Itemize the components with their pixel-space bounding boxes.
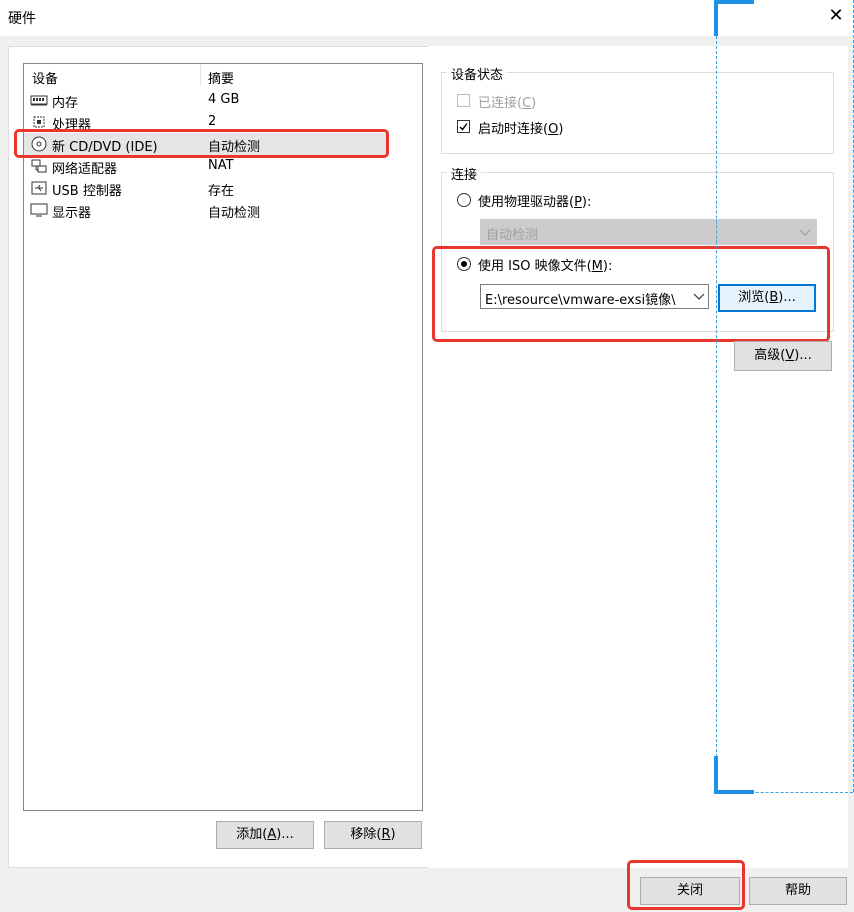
advanced-button-accesskey: V: [785, 348, 795, 363]
connected-accesskey: C: [522, 96, 532, 111]
connection-label: 连接: [447, 164, 482, 183]
physical-drive-text: 使用物理驱动器(: [478, 195, 575, 210]
remove-button-label: 移除(: [350, 827, 382, 842]
highlight-iso-section: [432, 246, 830, 342]
column-divider: [200, 64, 201, 86]
connect-at-power-on-checkbox[interactable]: [457, 120, 470, 133]
usb-icon: [31, 181, 47, 195]
device-row-monitor[interactable]: 显示器 自动检测: [24, 199, 386, 221]
advanced-button-label-end: )...: [794, 348, 812, 363]
help-button[interactable]: 帮助: [749, 877, 847, 905]
remove-button-label-end: ): [390, 827, 396, 842]
device-status-group: [441, 72, 834, 154]
remove-button[interactable]: 移除(R): [324, 821, 422, 849]
device-name: USB 控制器: [52, 184, 122, 199]
connect-at-power-on-end: ): [558, 122, 564, 137]
memory-icon: [30, 95, 48, 106]
connected-checkbox[interactable]: [457, 94, 470, 107]
physical-drive-label: 使用物理驱动器(P):: [478, 191, 591, 210]
selection-corner-bottom: [714, 756, 718, 794]
device-row-memory[interactable]: 内存 4 GB: [24, 89, 386, 111]
device-status-label: 设备状态: [447, 64, 508, 83]
network-adapter-icon: [31, 159, 47, 173]
column-header-device[interactable]: 设备: [32, 68, 58, 87]
selection-guide-vertical: [716, 36, 717, 792]
selection-corner-top: [714, 0, 718, 36]
add-button[interactable]: 添加(A)...: [216, 821, 314, 849]
physical-drive-radio[interactable]: [457, 193, 471, 207]
processor-icon: [33, 116, 45, 128]
device-name: 显示器: [52, 206, 92, 221]
device-summary: 2: [208, 114, 217, 129]
device-name: 内存: [52, 96, 79, 111]
add-button-label-end: )...: [276, 827, 294, 842]
connected-label-end: ): [531, 96, 537, 111]
physical-drive-select[interactable]: 自动检测: [480, 219, 817, 245]
device-summary: NAT: [208, 158, 234, 173]
remove-button-accesskey: R: [381, 827, 391, 842]
settings-panel: [428, 46, 848, 868]
advanced-button-label: 高级(: [754, 348, 786, 363]
add-button-label: 添加(: [236, 827, 268, 842]
highlight-close-button: [627, 860, 745, 910]
add-button-accesskey: A: [267, 827, 277, 842]
device-summary: 存在: [208, 184, 235, 199]
title-bar: [0, 0, 854, 36]
connect-at-power-on-accesskey: O: [548, 122, 559, 137]
advanced-button[interactable]: 高级(V)...: [734, 341, 832, 371]
physical-drive-end: ):: [581, 195, 592, 210]
device-row-usb[interactable]: USB 控制器 存在: [24, 177, 386, 199]
selection-corner-bottom-h: [714, 790, 754, 794]
connect-at-power-on-text: 启动时连接(: [478, 122, 549, 137]
connected-label: 已连接(C): [478, 92, 536, 111]
highlight-selected-device: [14, 129, 389, 158]
connect-at-power-on-label: 启动时连接(O): [478, 118, 563, 137]
connected-label-text: 已连接(: [478, 96, 523, 111]
checkmark-icon: [459, 123, 468, 131]
selection-corner-top-h: [714, 0, 754, 4]
monitor-icon: [30, 203, 48, 217]
column-header-summary[interactable]: 摘要: [208, 68, 234, 87]
device-row-network-adapter[interactable]: 网络适配器 NAT: [24, 155, 386, 177]
device-summary: 4 GB: [208, 92, 240, 107]
physical-drive-select-value: 自动检测: [486, 228, 539, 243]
physical-drive-accesskey: P: [574, 195, 582, 210]
device-name: 网络适配器: [52, 162, 118, 177]
device-summary: 自动检测: [208, 206, 261, 221]
chevron-down-icon: [799, 229, 811, 236]
close-icon[interactable]: ✕: [826, 6, 846, 26]
window-title: 硬件: [8, 11, 36, 27]
